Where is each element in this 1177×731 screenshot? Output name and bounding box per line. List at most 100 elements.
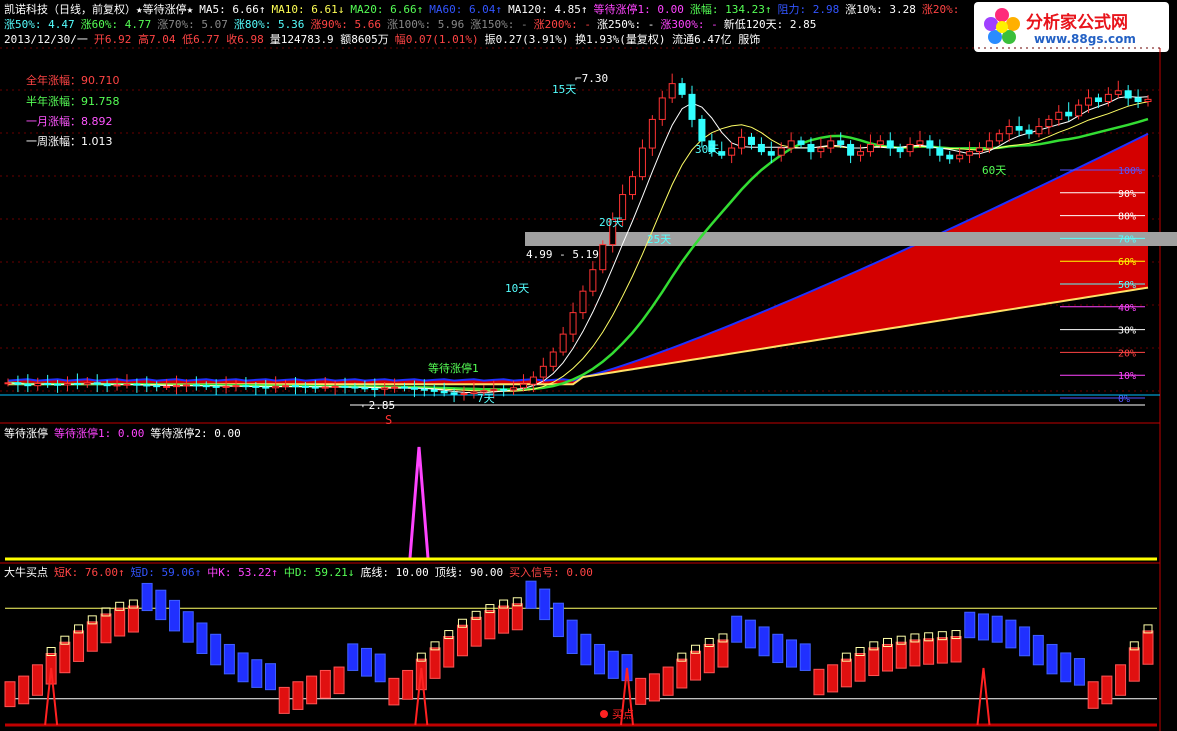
kd-bar xyxy=(1101,675,1113,705)
candle-body xyxy=(1124,90,1132,99)
kd-bar xyxy=(1073,658,1085,686)
candle-body xyxy=(1065,111,1073,117)
kd-bar xyxy=(31,664,43,696)
candle-body xyxy=(728,147,736,156)
panel3-header: 大牛买点 短K: 76.00↑ 短D: 59.06↑ 中K: 53.22↑ 中D: 59… xyxy=(4,565,599,581)
kd-bar xyxy=(936,637,948,664)
kd-bar xyxy=(580,633,592,666)
s-marker: S xyxy=(385,413,392,427)
kd-bar xyxy=(731,615,743,643)
candle-body xyxy=(985,140,993,149)
candle-body xyxy=(460,393,468,396)
candle-body xyxy=(301,385,309,388)
candle-body xyxy=(173,385,181,388)
kd-bar xyxy=(319,669,331,699)
candle-body xyxy=(857,151,865,156)
kd-bar xyxy=(840,658,852,688)
scale-label-4: 60% xyxy=(1118,257,1136,268)
candle-body xyxy=(351,386,359,389)
kd-bar xyxy=(237,652,249,683)
candle-body xyxy=(589,269,597,292)
candle-body xyxy=(14,382,22,385)
candle-body xyxy=(272,385,280,389)
kd-bar xyxy=(18,675,30,705)
kd-bar xyxy=(854,653,866,682)
range-label: 4.99 - 5.19 xyxy=(526,248,599,261)
candle-body xyxy=(440,390,448,394)
candle-body xyxy=(579,290,587,314)
kd-bar xyxy=(223,643,235,675)
kd-bar xyxy=(662,666,674,696)
candle-body xyxy=(539,365,547,378)
candle-body xyxy=(946,154,954,160)
candle-body xyxy=(192,384,200,387)
candle-body xyxy=(113,384,121,387)
kd-bar xyxy=(498,605,510,634)
candle-body xyxy=(787,140,795,149)
candle-body xyxy=(34,383,42,387)
day-label-0: 15天 xyxy=(552,83,576,96)
panel3-item-3: 中D: 59.21↓ xyxy=(283,566,355,579)
buy-label: 买点 xyxy=(612,708,634,721)
candle-body xyxy=(103,383,111,387)
candle-body xyxy=(63,383,71,386)
candle-body xyxy=(4,382,12,385)
high-label: ⌐7.30 xyxy=(575,72,608,85)
candle-body xyxy=(886,140,894,149)
candle-body xyxy=(341,385,349,388)
candle-body xyxy=(1134,97,1142,103)
buy-spike-3 xyxy=(976,667,991,726)
kd-bar xyxy=(470,616,482,647)
kd-bar xyxy=(827,664,839,693)
day-label-4: 10天 xyxy=(505,282,529,295)
kd-bar xyxy=(333,666,345,695)
kd-bar xyxy=(306,675,318,705)
candle-body xyxy=(1085,97,1093,106)
candle-body xyxy=(282,385,290,388)
candle-body xyxy=(182,384,190,387)
candle-body xyxy=(747,136,755,145)
candle-body xyxy=(757,143,765,153)
candle-body xyxy=(1094,97,1102,103)
candle-body xyxy=(163,385,171,388)
candle-body xyxy=(430,389,438,392)
panel2-item-1: 等待涨停2: 0.00 xyxy=(150,427,241,440)
low-label: ⌐2.85 xyxy=(362,399,395,412)
candle-body xyxy=(529,376,537,385)
candle-body xyxy=(1025,129,1033,135)
kd-bar xyxy=(86,621,98,652)
candle-body xyxy=(936,147,944,156)
candle-body xyxy=(391,386,399,389)
candle-body xyxy=(837,140,845,145)
kd-bar xyxy=(895,641,907,669)
candle-body xyxy=(668,83,676,99)
panel3-item-2: 中K: 53.22↑ xyxy=(207,566,278,579)
candle-body xyxy=(827,140,835,149)
panel3-item-6: 买入信号: 0.00 xyxy=(509,566,593,579)
kd-bar xyxy=(511,603,523,631)
candle-body xyxy=(262,386,270,389)
candle-body xyxy=(361,387,369,390)
candle-body xyxy=(510,387,518,391)
day-label-5: 60天 xyxy=(982,164,1006,177)
kd-bar xyxy=(443,636,455,668)
candle-body xyxy=(123,383,131,386)
candle-body xyxy=(1075,104,1083,117)
candle-body xyxy=(381,387,389,390)
candle-body xyxy=(202,385,210,388)
candle-body xyxy=(1104,93,1112,103)
candle-body xyxy=(876,140,884,145)
day-label-2: 20天 xyxy=(599,216,623,229)
candle-body xyxy=(311,386,319,389)
candle-body xyxy=(232,385,240,388)
kd-bar xyxy=(4,681,16,708)
kd-bar xyxy=(594,643,606,675)
candle-body xyxy=(24,383,32,387)
kd-bar xyxy=(676,658,688,689)
day-label-1: 30天 xyxy=(695,143,719,156)
kd-bar xyxy=(1032,634,1044,666)
candle-body xyxy=(133,383,141,386)
kd-bar xyxy=(347,643,359,671)
kd-bar xyxy=(182,611,194,643)
kd-bar xyxy=(388,677,400,706)
